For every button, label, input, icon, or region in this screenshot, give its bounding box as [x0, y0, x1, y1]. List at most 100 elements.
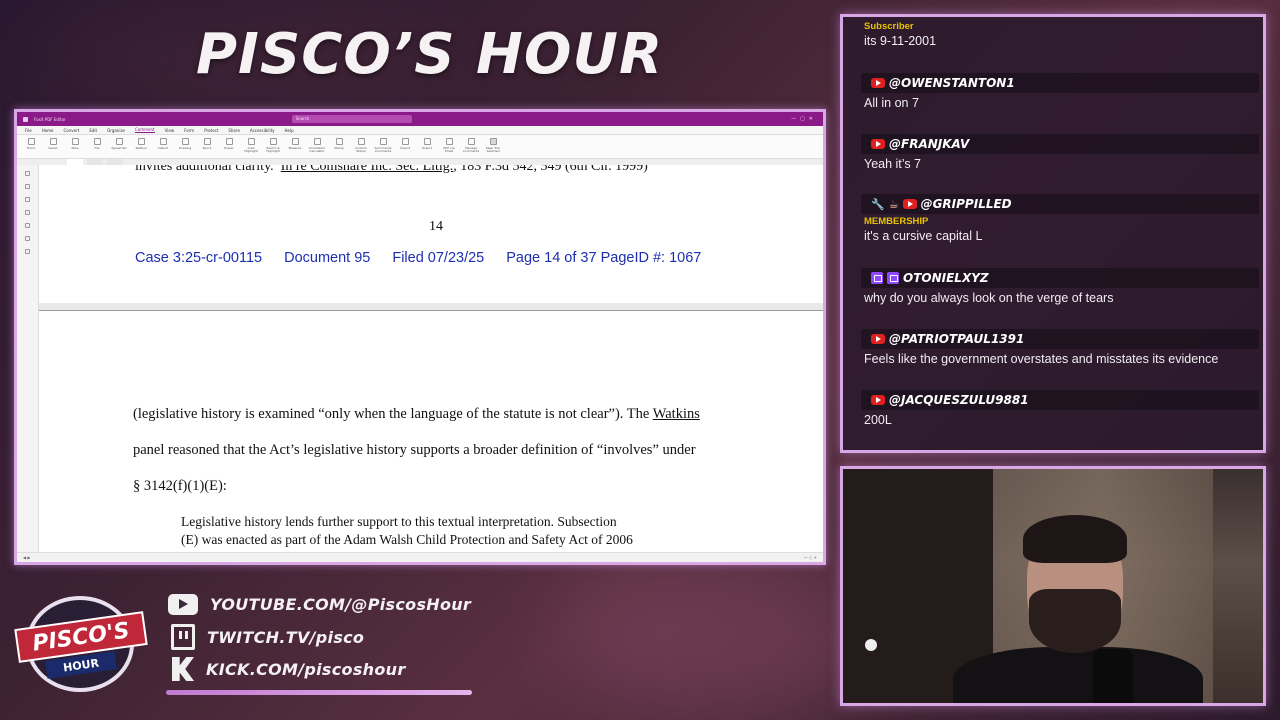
show-title: PISCO’S HOUR: [196, 22, 664, 87]
menu-item-edit[interactable]: Edit: [89, 128, 97, 133]
membership-badge: MEMBERSHIP: [864, 216, 929, 227]
tool-icon: [291, 138, 299, 145]
social-youtube[interactable]: YOUTUBE.COM/@PiscosHour: [168, 594, 471, 615]
chat-username: @FRANJKAV: [889, 137, 970, 151]
youtube-icon: [871, 139, 885, 149]
twitch-link: TWITCH.TV/pisco: [207, 627, 365, 647]
ribbon-tool-keep-tool-selected[interactable]: Keep Tool Selected: [485, 138, 501, 153]
chat-message-header: OTONIELXYZ: [861, 268, 1259, 288]
tool-label: Measure: [288, 146, 302, 150]
search-panel-icon[interactable]: [25, 249, 30, 254]
chat-username: @PATRIOTPAUL1391: [889, 332, 1025, 346]
ribbon-tool-summarize-comments[interactable]: Summarize Comments: [375, 138, 392, 153]
tool-icon: [335, 138, 343, 145]
tool-icon: [313, 138, 321, 145]
tool-label: Manage Comments: [462, 146, 480, 153]
ribbon-tool-select[interactable]: Select: [45, 138, 61, 150]
tool-icon: [71, 138, 79, 145]
menu-item-protect[interactable]: Protect: [204, 128, 218, 133]
chat-message-text: its 9-11-2001: [864, 34, 937, 48]
pdf-page: (legislative history is examined “only w…: [39, 310, 823, 552]
chat-message-header: 🔧 ☕ @GRIPPILLED: [861, 194, 1259, 214]
signature-icon[interactable]: [25, 236, 30, 241]
ribbon-tool-pencil[interactable]: Pencil: [199, 138, 215, 150]
page-id: Page 14 of 37 PageID #: 1067: [506, 250, 702, 266]
youtube-link: YOUTUBE.COM/@PiscosHour: [210, 595, 472, 614]
ribbon-tool-measure[interactable]: Measure: [287, 138, 303, 150]
case-citation: In re Comshare Inc. Sec. Litig.: [280, 165, 454, 174]
document-view[interactable]: invites additional clarity. In re Comsha…: [39, 165, 823, 552]
menu-item-home[interactable]: Home: [42, 128, 54, 133]
page-thumbnails-icon[interactable]: [25, 184, 30, 189]
youtube-icon: [871, 334, 885, 344]
chat-message: 🔧 ☕ @GRIPPILLED MEMBERSHIP it's a cursiv…: [861, 194, 1259, 243]
bookmark-icon[interactable]: [25, 171, 30, 176]
ribbon-tool-search-highlight[interactable]: Search & Highlight: [265, 138, 281, 153]
page-text-line: panel reasoned that the Act’s legislativ…: [133, 442, 696, 458]
chat-message-text: Feels like the government overstates and…: [864, 352, 1219, 366]
pdf-editor-window: Foxit PDF Editor Search —▢✕ File Home Conv…: [14, 109, 826, 565]
tool-label: Keep Tool Selected: [485, 146, 501, 153]
tool-icon: [423, 138, 431, 145]
ribbon-tool-textbox[interactable]: Textbox: [133, 138, 149, 150]
ribbon-tool-typewriter[interactable]: Typewriter: [111, 138, 127, 150]
tool-label: Search & Highlight: [266, 146, 280, 153]
subscriber-badge: Subscriber: [864, 21, 914, 32]
ribbon-tool-manage-comments[interactable]: Manage Comments: [463, 138, 479, 153]
tool-icon: [467, 138, 475, 145]
ribbon-tool-import[interactable]: Import: [397, 138, 413, 150]
menu-item-form[interactable]: Form: [184, 128, 194, 133]
tool-label: Annotation Calculator: [308, 146, 326, 153]
ribbon-tool-pdf-via-email[interactable]: PDF via Email: [441, 138, 457, 153]
tool-icon: [225, 138, 233, 145]
comment-ribbon: Hand Select Note File Typewriter Textbox Callo…: [17, 135, 823, 159]
ribbon-tool-note[interactable]: Note: [67, 138, 83, 150]
menu-item-file[interactable]: File: [25, 128, 32, 133]
logo-subtext: HOUR: [62, 656, 100, 674]
ribbon-tool-file[interactable]: File: [89, 138, 105, 150]
ribbon-tool-callout[interactable]: Callout: [155, 138, 171, 150]
cup-icon: ☕: [888, 197, 899, 211]
ribbon-tool-annotation-calculator[interactable]: Annotation Calculator: [309, 138, 325, 153]
window-controls[interactable]: —▢✕: [791, 116, 817, 122]
menu-item-comment[interactable]: Comment: [135, 127, 155, 133]
menu-item-help[interactable]: Help: [285, 128, 294, 133]
ribbon-tool-hand[interactable]: Hand: [23, 138, 39, 150]
window-title: Foxit PDF Editor: [34, 116, 66, 122]
ribbon-tool-area-highlight[interactable]: Area Highlight: [243, 138, 259, 153]
menu-item-view[interactable]: View: [165, 128, 175, 133]
zoom-slider[interactable]: — ○ +: [804, 555, 817, 560]
chat-username: @GRIPPILLED: [920, 197, 1012, 211]
youtube-icon: [902, 199, 917, 209]
tool-icon: [49, 138, 57, 145]
attachments-icon[interactable]: [25, 223, 30, 228]
kick-icon: [172, 657, 194, 681]
social-twitch[interactable]: TWITCH.TV/pisco: [168, 624, 364, 650]
webcam-feed: [840, 466, 1266, 706]
search-input[interactable]: Search: [291, 115, 412, 123]
tool-icon: [357, 138, 365, 145]
social-kick[interactable]: KICK.COM/piscoshour: [168, 657, 406, 681]
ribbon-tool-export[interactable]: Export: [419, 138, 435, 150]
tool-label: Textbox: [135, 146, 147, 150]
menu-item-accessibility[interactable]: Accessibility: [250, 128, 275, 133]
chat-message-text: why do you always look on the verge of t…: [864, 291, 1114, 305]
ribbon-tool-custom-stamp[interactable]: Custom Stamp: [353, 138, 369, 153]
case-reference: Watkins: [652, 406, 700, 422]
menu-item-share[interactable]: Share: [228, 128, 240, 133]
comments-icon[interactable]: [25, 210, 30, 215]
document-number: Document 95: [284, 250, 371, 266]
ribbon-tool-stamp[interactable]: Stamp: [331, 138, 347, 150]
menu-item-organize[interactable]: Organize: [107, 128, 125, 133]
tool-icon: [401, 138, 409, 145]
block-quote-line: (E) was enacted as part of the Adam Wals…: [181, 532, 633, 547]
page-navigator[interactable]: ◀ ▶: [23, 555, 30, 560]
tool-icon: [269, 138, 277, 145]
ribbon-tool-eraser[interactable]: Eraser: [221, 138, 237, 150]
menu-item-convert[interactable]: Convert: [64, 128, 80, 133]
tool-label: Pencil: [202, 146, 212, 150]
ribbon-tool-drawing[interactable]: Drawing: [177, 138, 193, 150]
layers-icon[interactable]: [25, 197, 30, 202]
chat-message-text: All in on 7: [864, 96, 919, 110]
tool-icon: [489, 138, 497, 145]
